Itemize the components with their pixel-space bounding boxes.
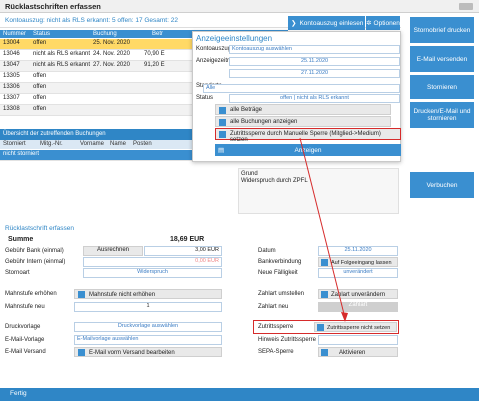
drucken-email-stornieren-button[interactable]: Drucken/E-Mail und stornieren [410,102,474,128]
email-versenden-button[interactable]: E-Mail versenden [410,46,474,72]
stornobrief-drucken-label: Stornobrief drucken [413,26,471,34]
drucken-email-stornieren-label: Drucken/E-Mail und stornieren [413,108,471,122]
annotation-arrow-head [341,312,348,322]
email-versenden-label: E-Mail versenden [416,55,468,63]
annotation-arrow [299,137,348,322]
verbuchen-label: Verbuchen [426,181,458,189]
stornobrief-drucken-button[interactable]: Stornobrief drucken [410,17,474,43]
verbuchen-button[interactable]: Verbuchen [410,172,474,198]
footer-bar: Fertig [0,388,479,401]
annotation-arrow-line [299,137,346,319]
stornieren-label: Stornieren [427,83,457,91]
fertig-button[interactable]: Fertig [10,390,27,397]
stornieren-button[interactable]: Stornieren [410,75,474,99]
